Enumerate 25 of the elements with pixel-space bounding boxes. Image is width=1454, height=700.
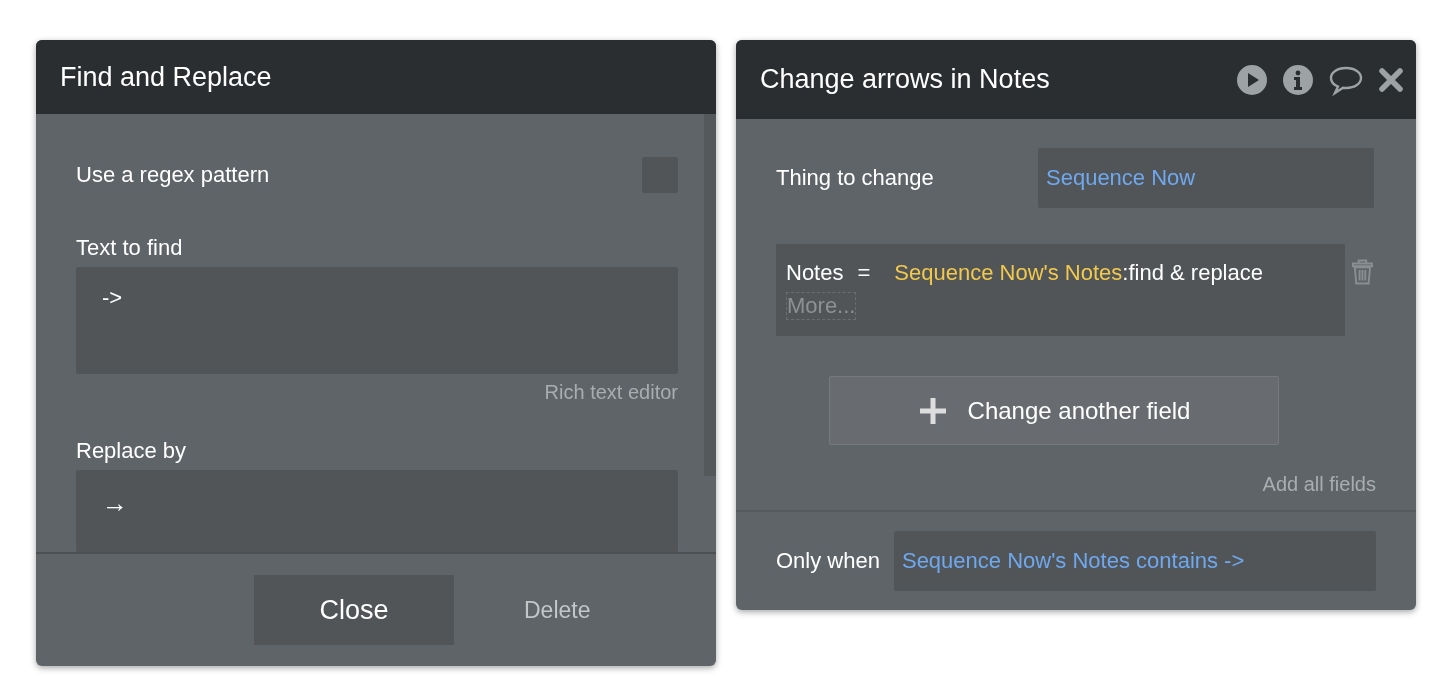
play-icon[interactable] [1236, 63, 1268, 96]
field-name: Notes [786, 260, 844, 285]
delete-button[interactable]: Delete [494, 596, 621, 624]
condition-field[interactable]: Sequence Now's Notes contains -> [893, 531, 1376, 591]
text-input-field[interactable]: → [76, 470, 678, 552]
field-label: Replace by [76, 438, 188, 465]
dialog-title: Change arrows in Notes [760, 64, 1050, 95]
rich-text-editor-link[interactable]: Rich text editor [544, 381, 678, 405]
field-label: Thing to change [776, 165, 935, 191]
plus-icon [917, 395, 948, 426]
close-button[interactable]: Close [254, 575, 454, 645]
dropdown-field[interactable]: Sequence Now [1038, 148, 1374, 208]
close-icon[interactable] [1378, 66, 1404, 93]
scrollbar[interactable] [704, 114, 716, 476]
info-icon[interactable] [1282, 63, 1314, 96]
text-input-field[interactable]: -> [76, 267, 678, 375]
dialog-title: Find and Replace [60, 61, 272, 93]
field-label: Text to find [76, 235, 184, 261]
equals-sign: = [857, 260, 871, 286]
expression-text[interactable]: Sequence Now's Notes:find & replace [894, 260, 1263, 285]
add-all-fields-link[interactable]: Add all fields [1262, 473, 1376, 496]
add-field-button[interactable]: Change another field [829, 376, 1279, 445]
more-link[interactable]: More... [786, 292, 857, 320]
field-label: Only when [776, 548, 880, 574]
option-label: Use a regex pattern [76, 162, 270, 188]
